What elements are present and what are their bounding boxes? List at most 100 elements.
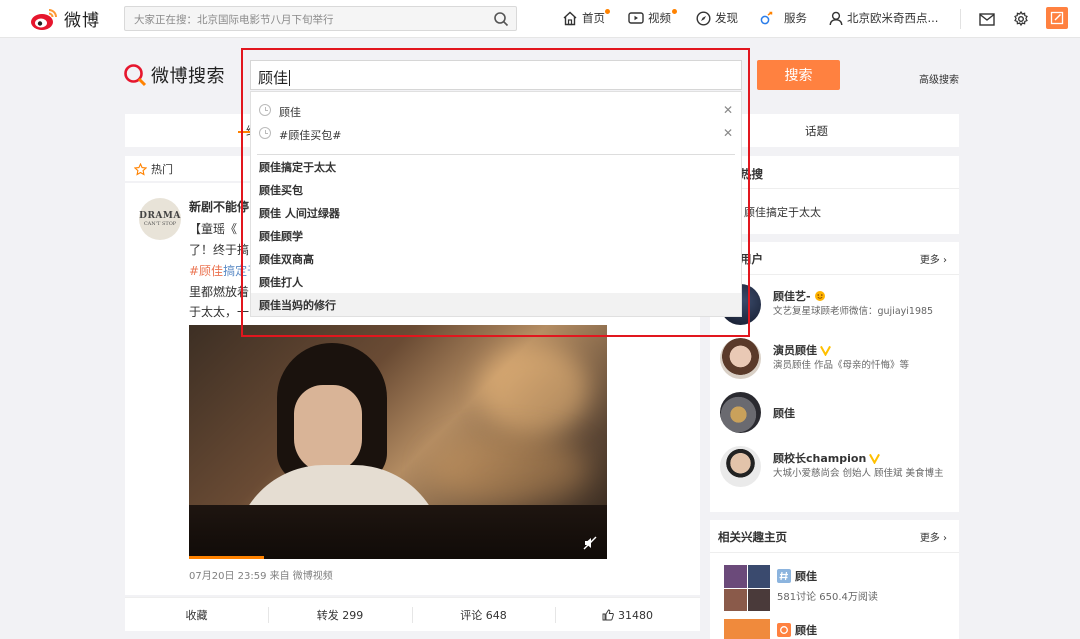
service-icon [760,11,773,24]
close-icon[interactable]: ✕ [723,103,733,117]
search-suggestions-dropdown: 顾佳 ✕ #顾佳买包# ✕ 顾佳搞定于太太 顾佳买包 顾佳 人间过绿器 顾佳顾学… [250,91,742,317]
video-player[interactable] [189,325,607,559]
user-name[interactable]: 演员顾佳 [773,342,831,358]
search-query-value: 顾佳 [258,69,289,87]
suggestion-item[interactable]: 顾佳买包 [251,178,741,201]
search-icon[interactable] [493,11,509,27]
video-figure-face [294,385,362,473]
search-query-text: 顾佳 [258,67,291,88]
suggestion-text: 顾佳打人 [259,276,303,289]
nav-profile-label: 北京欧米奇西点... [847,11,939,25]
suggestion-item[interactable]: 顾佳双商高 [251,247,741,270]
comment-button[interactable]: 评论 648 [412,598,555,632]
post-text-line: 里都燃放着 [189,285,250,299]
thumbnail-tile [724,588,747,611]
user-item[interactable]: 演员顾佳 演员顾佳 作品《母亲的忏悔》等 [710,338,959,388]
nav-profile[interactable]: 北京欧米奇西点... [829,10,938,26]
notification-dot [672,9,677,14]
user-item[interactable]: 顾佳艺- 文艺复星球顾老师微信：gujiayi1985 [710,284,959,334]
mute-icon[interactable] [583,536,597,550]
hashtag-icon [777,569,791,583]
nav-service-label: 服务 [784,11,807,25]
suggestion-text: 顾佳当妈的修行 [259,299,336,312]
nav-video-label: 视频 [648,11,671,25]
video-icon [628,12,644,24]
nav-discover[interactable]: 发现 [696,10,738,26]
avatar[interactable]: DRAMA CAN'T STOP [139,198,181,240]
compose-button[interactable] [1046,7,1068,29]
hot-search-title: 热搜 [740,167,763,181]
favorite-button[interactable]: 收藏 [125,598,268,632]
main-search-input[interactable]: 顾佳 [250,60,742,90]
gear-icon [1014,11,1028,27]
user-item[interactable]: 顾校长champion 大城小爱慈尚会 创始人 顾佳斌 美食博主 [710,446,959,496]
close-icon[interactable]: ✕ [723,126,733,140]
suggestion-item[interactable]: 顾佳打人 [251,270,741,293]
tab-topics[interactable]: 话题 [805,123,828,139]
messages-button[interactable] [977,9,997,29]
weibo-logo-text: 微博 [64,11,100,31]
history-item[interactable]: #顾佳买包# ✕ [251,123,743,145]
interest-pages-card: 相关兴趣主页 更多 › 顾佳 581讨论 650.4万阅读 顾佳 [710,520,959,639]
video-progress-bar[interactable] [189,556,264,559]
weibo-logo[interactable]: 微博 [30,6,100,31]
suggestion-text: 顾佳双商高 [259,253,314,266]
suggestion-item-highlighted[interactable]: 顾佳当妈的修行 [251,293,741,316]
user-name[interactable]: 顾佳艺- [773,288,826,304]
avatar[interactable] [720,338,761,379]
hot-filter[interactable]: 热门 [134,161,173,177]
suggestion-item[interactable]: 顾佳顾学 [251,224,741,247]
suggestion-item[interactable]: 顾佳 人间过绿器 [251,201,741,224]
suggestion-text: 顾佳买包 [259,184,303,197]
nav-video[interactable]: 视频 [628,9,677,26]
user-name[interactable]: 顾佳 [773,405,795,421]
suggestion-text: 顾佳 人间过绿器 [259,207,340,220]
clock-icon [259,104,271,116]
avatar[interactable] [720,392,761,433]
user-name[interactable]: 顾校长champion [773,450,881,466]
hot-filter-label: 热门 [151,163,173,176]
top-search-placeholder: 大家正在搜：北京国际电影节八月下旬举行 [134,14,334,26]
interest-page-item[interactable]: 顾佳 581讨论 650.4万阅读 [710,565,959,615]
suggestion-text: 顾佳搞定于太太 [259,161,336,174]
weibo-search-logo[interactable]: 微博搜索 [123,62,225,88]
advanced-search-link[interactable]: 高级搜索 [919,71,959,86]
user-item[interactable]: 顾佳 [710,392,959,442]
interest-page-name-text: 顾佳 [795,570,817,583]
interest-page-name[interactable]: 顾佳 [777,568,817,584]
history-item-text: 顾佳 [279,106,301,119]
card-divider [710,188,959,189]
interest-page-stats: 581讨论 650.4万阅读 [777,592,878,603]
suggestion-item[interactable]: 顾佳搞定于太太 [251,155,741,178]
verified-badge-icon [869,453,881,464]
user-description: 演员顾佳 作品《母亲的忏悔》等 [773,360,910,371]
avatar[interactable] [720,446,761,487]
search-button[interactable]: 搜索 [757,60,840,90]
card-divider [710,274,959,275]
history-item[interactable]: 顾佳 ✕ [251,100,743,122]
post-author[interactable]: 新剧不能停 [189,198,249,215]
user-name-text: 顾校长champion [773,452,867,465]
interest-icon [777,623,791,637]
hashtag-link[interactable]: #顾佳 [189,264,223,278]
like-button[interactable]: 31480 [555,598,700,632]
top-search-input[interactable]: 大家正在搜：北京国际电影节八月下旬举行 [124,6,517,31]
users-card-title: 用户 [740,252,763,266]
user-icon [829,11,843,25]
hot-search-item[interactable]: 顾佳搞定于太太 [744,204,821,220]
users-more-link[interactable]: 更多 › [920,251,947,266]
interest-page-name[interactable]: 顾佳 [777,622,817,638]
search-logo-icon [124,64,147,87]
weibo-logo-icon [31,8,57,30]
nav-home[interactable]: 首页 [562,9,610,26]
user-name-text: 顾佳艺- [773,290,811,303]
settings-button[interactable] [1011,9,1031,29]
interest-pages-title: 相关兴趣主页 [718,530,787,544]
thumbnail-tile [747,565,770,588]
interest-page-item[interactable]: 顾佳 [710,619,959,639]
nav-service[interactable]: 服务 [760,10,807,26]
notification-dot [605,9,610,14]
repost-button[interactable]: 转发 299 [268,598,412,632]
avatar-subtext: CAN'T STOP [143,221,177,227]
interest-more-link[interactable]: 更多 › [920,529,947,544]
